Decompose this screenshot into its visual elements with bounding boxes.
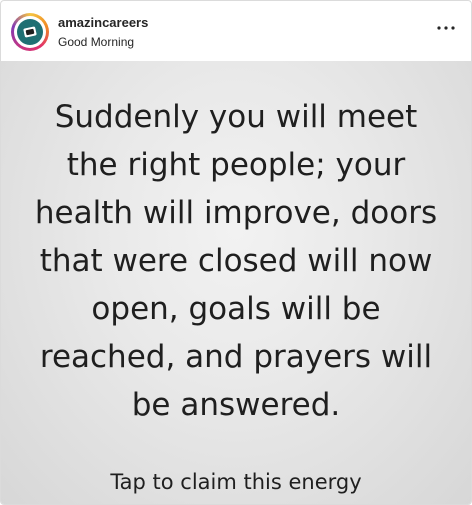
quote-line: the right people; your <box>66 147 406 183</box>
avatar[interactable] <box>11 13 49 51</box>
quote-line: open, goals will be <box>91 291 381 327</box>
post-header: amazincareers Good Morning <box>1 1 471 61</box>
quote-line: reached, and prayers will <box>39 339 433 375</box>
quote-line: that were closed will now <box>39 243 433 279</box>
avatar-border <box>14 16 46 48</box>
quote-line: health will improve, doors <box>34 195 438 231</box>
quote-line: Suddenly you will meet <box>54 99 418 135</box>
quote-line: be answered. <box>131 387 341 423</box>
brand-logo-icon <box>17 19 43 45</box>
more-options-icon[interactable] <box>435 21 457 35</box>
post-card: amazincareers Good Morning Suddenly you … <box>0 0 472 505</box>
quote-text: Suddenly you will meet the right people;… <box>1 93 471 429</box>
post-subtitle: Good Morning <box>58 35 135 49</box>
post-image[interactable]: Suddenly you will meet the right people;… <box>1 61 471 504</box>
username-link[interactable]: amazincareers <box>58 15 148 30</box>
claim-energy-cta[interactable]: Tap to claim this energy <box>1 470 471 494</box>
